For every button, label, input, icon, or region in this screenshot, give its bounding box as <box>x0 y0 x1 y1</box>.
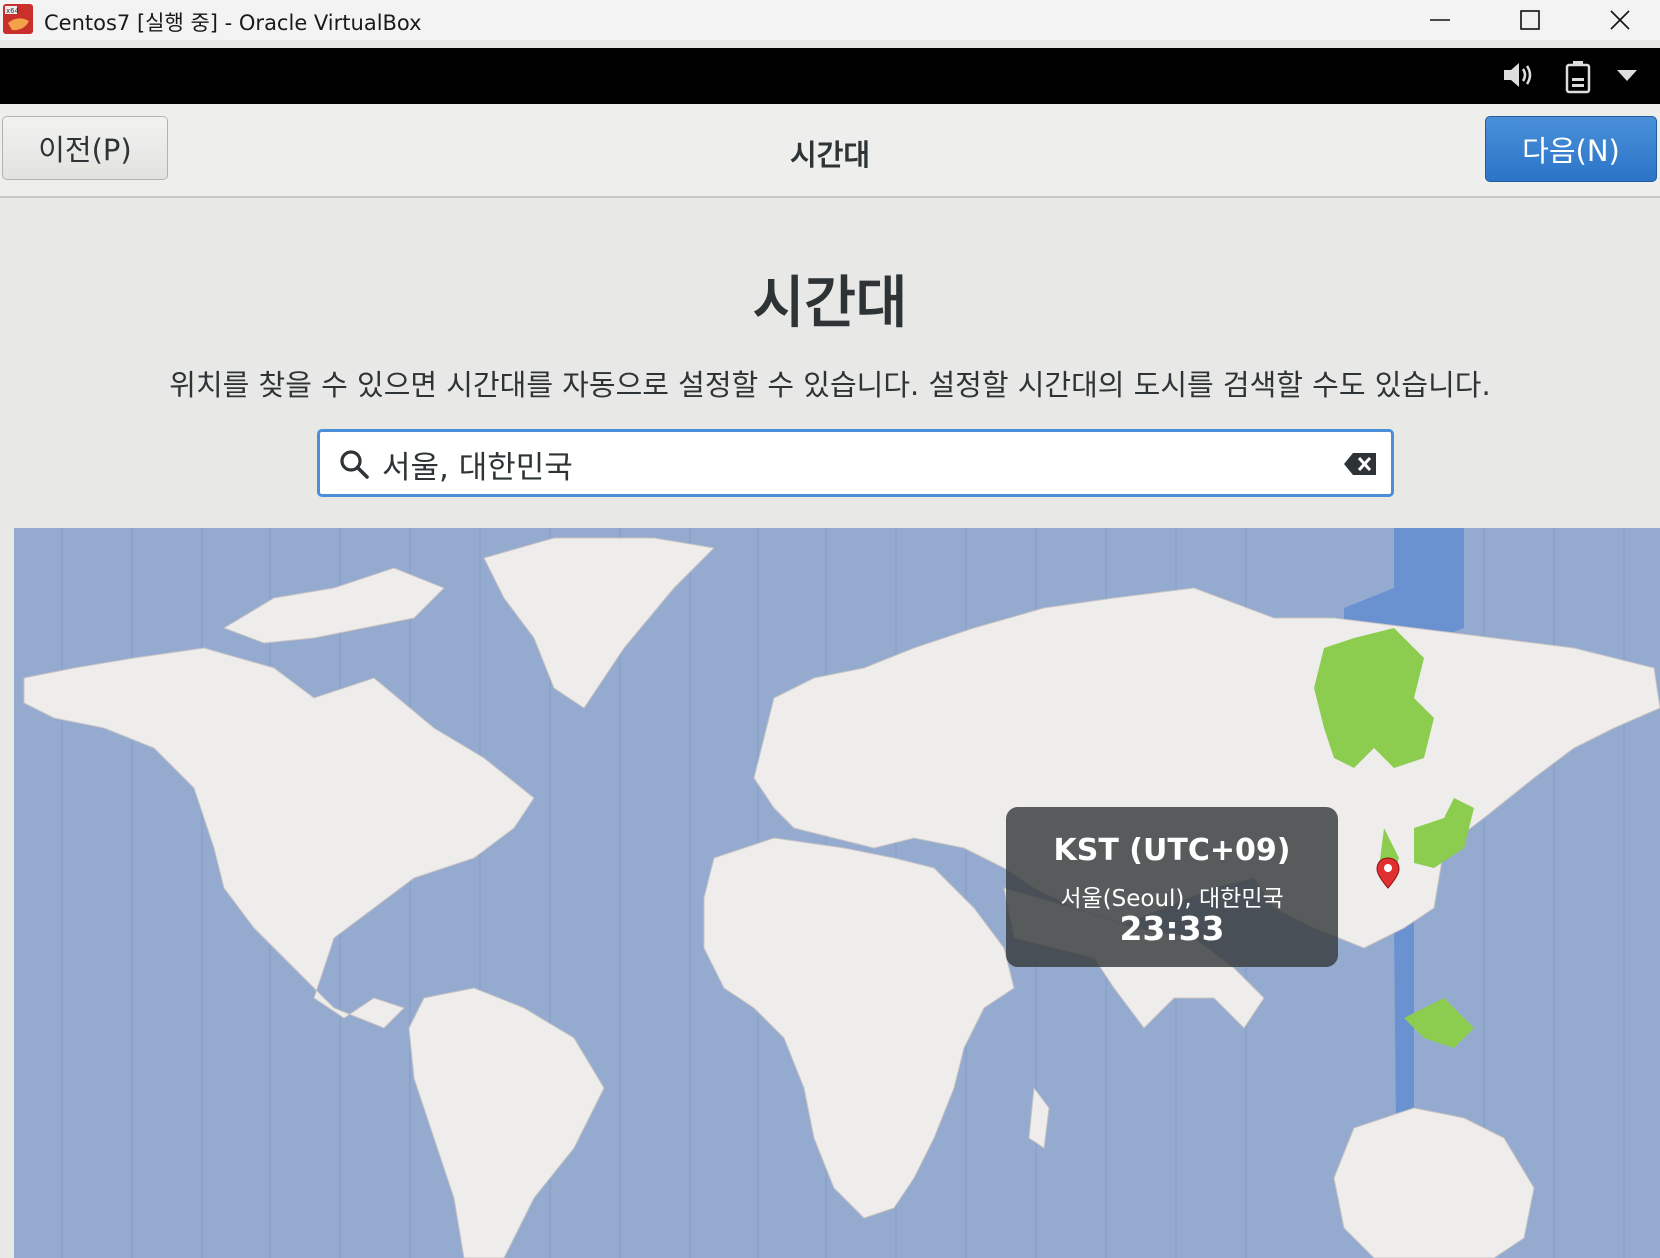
timezone-abbr: KST (UTC+09) <box>1053 833 1291 868</box>
window-titlebar: x64 Centos7 [실행 중] - Oracle VirtualBox <box>0 0 1660 40</box>
header-title: 시간대 <box>789 138 871 172</box>
page-title: 시간대 <box>752 271 908 336</box>
search-icon <box>340 450 369 479</box>
dropdown-arrow-icon[interactable] <box>1617 70 1637 82</box>
timezone-popup: KST (UTC+09) 서울(Seoul), 대한민국 23:33 <box>1006 807 1338 967</box>
timezone-time: 23:33 <box>1119 909 1225 948</box>
svg-text:x64: x64 <box>6 7 20 15</box>
next-button[interactable]: 다음(N) <box>1485 116 1657 182</box>
window-title: Centos7 [실행 중] - Oracle VirtualBox <box>44 11 422 35</box>
world-map[interactable] <box>14 528 1660 1258</box>
volume-icon[interactable] <box>1502 60 1536 90</box>
search-input[interactable]: 서울, 대한민국 <box>317 429 1394 497</box>
search-value: 서울, 대한민국 <box>382 450 573 486</box>
maximize-button[interactable] <box>1485 0 1575 40</box>
maximize-icon <box>1520 10 1540 30</box>
timezone-map[interactable] <box>14 528 1660 1258</box>
minimize-button[interactable] <box>1395 0 1485 40</box>
timezone-city: 서울(Seoul), 대한민국 <box>1060 886 1284 912</box>
location-pin-icon[interactable] <box>1376 857 1400 889</box>
vm-status-bar <box>0 48 1660 104</box>
clear-icon[interactable] <box>1343 452 1377 476</box>
page-description: 위치를 찾을 수 있으면 시간대를 자동으로 설정할 수 있습니다. 설정할 시… <box>169 368 1491 402</box>
virtualbox-icon: x64 <box>3 4 33 34</box>
close-icon <box>1610 10 1630 30</box>
close-button[interactable] <box>1575 0 1660 40</box>
minimize-icon <box>1430 19 1450 21</box>
installer-header: 이전(P) 시간대 다음(N) <box>0 104 1660 198</box>
battery-icon[interactable] <box>1565 60 1591 94</box>
